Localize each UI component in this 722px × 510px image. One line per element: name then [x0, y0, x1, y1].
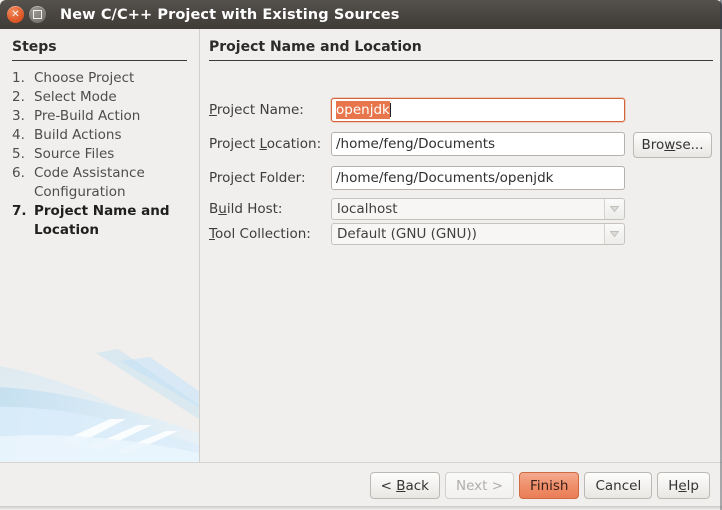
build-host-row: Build Host: localhost [209, 198, 679, 220]
build-host-value: localhost [337, 201, 398, 217]
help-button[interactable]: Help [657, 472, 710, 499]
step-item-3[interactable]: 3. Pre-Build Action [12, 107, 192, 126]
step-item-4[interactable]: 4. Build Actions [12, 126, 192, 145]
steps-heading-rule [12, 60, 187, 61]
step-number: 2. [12, 89, 25, 105]
project-name-row: Project Name: openjdk [209, 98, 679, 122]
build-host-label: Build Host: [209, 201, 283, 217]
browse-button[interactable]: Browse... [633, 132, 712, 158]
project-name-label: Project Name: [209, 102, 304, 118]
footer-button-bar: < Back Next > Finish Cancel Help [369, 472, 710, 499]
back-button[interactable]: < Back [369, 472, 440, 499]
page-title-rule [209, 60, 713, 61]
window-controls: ✕ [7, 6, 46, 23]
step-number: 6. [12, 165, 25, 181]
project-folder-label: Project Folder: [209, 170, 306, 186]
back-button-label: < Back [380, 477, 429, 494]
step-label: Pre-Build Action [34, 108, 141, 124]
tool-collection-value: Default (GNU (GNU)) [337, 226, 477, 242]
finish-button-label: Finish [530, 477, 569, 494]
project-folder-value: /home/feng/Documents/openjdk [336, 170, 554, 186]
project-folder-row: Project Folder: /home/feng/Documents/ope… [209, 166, 679, 190]
decorative-swoosh-graphic [0, 349, 199, 462]
step-number: 3. [12, 108, 25, 124]
main-panel: Project Name and Location Project Name: … [200, 29, 722, 462]
close-icon[interactable]: ✕ [7, 6, 24, 23]
step-item-2[interactable]: 2. Select Mode [12, 88, 192, 107]
text-caret [389, 103, 391, 117]
step-number: 7. [12, 203, 27, 219]
cancel-button[interactable]: Cancel [584, 472, 653, 499]
project-location-row: Project Location: /home/feng/Documents [209, 132, 679, 156]
page-title: Project Name and Location [209, 39, 422, 55]
step-number: 1. [12, 70, 25, 86]
project-name-value: openjdk [336, 101, 390, 119]
step-label: Project Name and Location [34, 203, 170, 238]
project-folder-input[interactable]: /home/feng/Documents/openjdk [331, 166, 625, 190]
tool-collection-row: Tool Collection: Default (GNU (GNU)) [209, 223, 679, 245]
cancel-button-label: Cancel [595, 477, 642, 494]
project-location-input[interactable]: /home/feng/Documents [331, 132, 625, 156]
window-title: New C/C++ Project with Existing Sources [60, 6, 400, 23]
step-label: Choose Project [34, 70, 135, 86]
steps-list: 1. Choose Project 2. Select Mode 3. Pre-… [12, 69, 192, 240]
step-item-7[interactable]: 7. Project Name and Location [12, 202, 192, 240]
maximize-glyph [33, 10, 42, 19]
project-location-label: Project Location: [209, 136, 322, 152]
step-label: Select Mode [34, 89, 117, 105]
dialog-content: Steps 1. Choose Project 2. Select Mode 3… [0, 29, 722, 462]
next-button: Next > [444, 472, 515, 499]
dialog-footer: < Back Next > Finish Cancel Help https:/… [0, 462, 722, 510]
step-item-6[interactable]: 6. Code Assistance Configuration [12, 164, 192, 202]
browse-button-label: Browse... [641, 137, 704, 153]
step-label: Build Actions [34, 127, 122, 143]
step-label: Code Assistance Configuration [34, 165, 145, 200]
tool-collection-label: Tool Collection: [209, 226, 311, 242]
project-name-input[interactable]: openjdk [331, 98, 625, 122]
title-bar: ✕ New C/C++ Project with Existing Source… [0, 0, 722, 29]
chevron-down-icon[interactable] [604, 199, 624, 219]
next-button-label: Next > [455, 477, 504, 494]
project-location-value: /home/feng/Documents [336, 136, 496, 152]
close-glyph: ✕ [11, 8, 20, 20]
steps-sidebar: Steps 1. Choose Project 2. Select Mode 3… [0, 29, 199, 462]
finish-button[interactable]: Finish [519, 472, 580, 499]
chevron-down-icon[interactable] [604, 224, 624, 244]
step-item-1[interactable]: 1. Choose Project [12, 69, 192, 88]
help-button-label: Help [668, 477, 699, 494]
maximize-icon[interactable] [29, 6, 46, 23]
steps-heading: Steps [12, 39, 57, 55]
step-number: 5. [12, 146, 25, 162]
build-host-select[interactable]: localhost [331, 198, 625, 220]
step-item-5[interactable]: 5. Source Files [12, 145, 192, 164]
step-number: 4. [12, 127, 25, 143]
step-label: Source Files [34, 146, 115, 162]
tool-collection-select[interactable]: Default (GNU (GNU)) [331, 223, 625, 245]
dialog-window: ✕ New C/C++ Project with Existing Source… [0, 0, 722, 510]
